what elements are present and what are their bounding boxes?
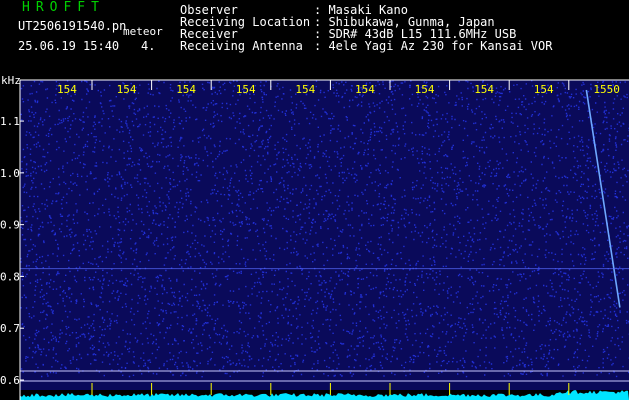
time-tick-label: 154 [236, 83, 256, 96]
time-tick-label: 154 [474, 83, 494, 96]
time-tick-label: 154 [295, 83, 315, 96]
y-tick-label: 0.9 [0, 219, 20, 232]
y-tick-label: 1.0 [0, 167, 20, 180]
y-tick-label: 0.8 [0, 270, 20, 283]
spectrogram-background [20, 80, 629, 390]
y-tick-label: 0.7 [0, 322, 20, 335]
time-tick-label: 1550 [593, 83, 620, 96]
y-tick-label: 0.6 [0, 374, 20, 387]
time-tick-label: 154 [57, 83, 77, 96]
time-tick-label: 154 [176, 83, 196, 96]
spectrum-trace [20, 390, 629, 400]
y-tick-label: 1.1 [0, 115, 20, 128]
y-axis-label: kHz [1, 74, 21, 87]
y-axis: kHz 1.1 1.0 0.9 0.8 0.7 0.6 [0, 74, 24, 400]
time-tick-label: 154 [534, 83, 554, 96]
spectrogram-chart: kHz 1.1 1.0 0.9 0.8 0.7 0.6 154 154 154 154 154 154… [0, 74, 629, 400]
time-tick-label: 154 [117, 83, 137, 96]
time-tick-label: 154 [355, 83, 375, 96]
time-tick-label: 154 [415, 83, 435, 96]
